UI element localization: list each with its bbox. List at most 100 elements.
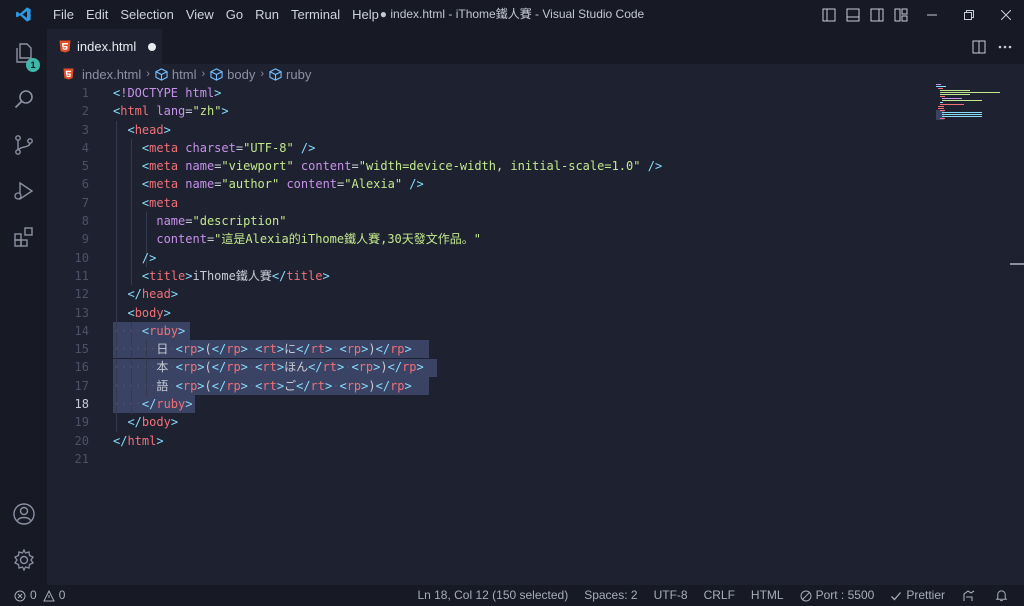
- toggle-secondary-sidebar-icon[interactable]: [865, 0, 889, 29]
- breadcrumb-label: index.html: [82, 66, 142, 82]
- live-server-port[interactable]: Port : 5500: [792, 585, 883, 606]
- menu-file[interactable]: File: [47, 0, 80, 29]
- toggle-panel-icon[interactable]: [841, 0, 865, 29]
- prettier-status[interactable]: Prettier: [882, 585, 953, 606]
- warning-icon: [42, 589, 55, 601]
- activity-bar: 1: [0, 29, 47, 585]
- code-line[interactable]: ······語·<rp>(</rp>·<rt>ご</rt>·<rp>)</rp>: [113, 377, 662, 395]
- menu-bar: File Edit Selection View Go Run Terminal Help: [47, 0, 385, 29]
- extensions-icon[interactable]: [0, 215, 47, 259]
- menu-go[interactable]: Go: [220, 0, 249, 29]
- code-line[interactable]: <html lang="zh">: [113, 102, 662, 120]
- block-icon: [800, 590, 812, 601]
- code-line[interactable]: [113, 450, 662, 468]
- line-number: 14: [74, 323, 89, 338]
- code-line[interactable]: <title>iThome鐵人賽</title>: [113, 267, 662, 285]
- line-number: 4: [81, 140, 89, 155]
- unsaved-dot-icon[interactable]: [148, 42, 157, 51]
- line-number: 21: [74, 451, 89, 466]
- minimap[interactable]: [936, 84, 1016, 124]
- line-number: 17: [74, 378, 89, 393]
- breadcrumb-label: html: [171, 66, 197, 82]
- restore-button[interactable]: [950, 0, 987, 29]
- toggle-primary-sidebar-icon[interactable]: [817, 0, 841, 29]
- tab-label: index.html: [77, 39, 137, 54]
- line-number: 9: [81, 232, 89, 247]
- code-line[interactable]: </html>: [113, 432, 662, 450]
- prettier-label: Prettier: [906, 588, 945, 602]
- scrollbar-cursor-marker: [1010, 263, 1024, 265]
- warning-count: 0: [58, 588, 66, 602]
- breadcrumb-ruby[interactable]: ruby: [269, 67, 311, 82]
- code-line[interactable]: <!DOCTYPE html>: [113, 84, 662, 102]
- line-number-gutter: 1 2 3 4 5 6 7 8 9 10 11 12 13 14 15 16 17 18 19 20 21: [47, 84, 89, 468]
- language-mode[interactable]: HTML: [743, 585, 792, 606]
- check-icon: [891, 591, 902, 600]
- manage-gear-icon[interactable]: [0, 538, 47, 582]
- error-icon: [14, 590, 26, 601]
- code-line[interactable]: ····</ruby>: [113, 395, 662, 413]
- breadcrumb-file[interactable]: index.html: [63, 67, 141, 82]
- tab-index-html[interactable]: index.html: [47, 29, 162, 64]
- line-number: 19: [74, 415, 89, 430]
- breadcrumb-body[interactable]: body: [210, 67, 255, 82]
- code-line[interactable]: <meta name="author" content="Alexia" />: [113, 175, 662, 193]
- symbol-field-icon: [155, 67, 168, 81]
- menu-view[interactable]: View: [180, 0, 220, 29]
- code-line[interactable]: ······日·<rp>(</rp>·<rt>に</rt>·<rp>)</rp>: [113, 340, 662, 358]
- menu-help[interactable]: Help: [346, 0, 385, 29]
- code-line[interactable]: ····<ruby>: [113, 322, 662, 340]
- code-line[interactable]: </head>: [113, 285, 662, 303]
- indentation[interactable]: Spaces: 2: [576, 585, 645, 606]
- run-and-debug-icon[interactable]: [0, 169, 47, 213]
- html5-file-icon: [59, 40, 71, 53]
- split-editor-icon[interactable]: [966, 29, 992, 64]
- close-window-button[interactable]: [987, 0, 1024, 29]
- code-line[interactable]: name="description": [113, 212, 662, 230]
- code-line[interactable]: <body>: [113, 304, 662, 322]
- notifications-bell-icon[interactable]: [987, 585, 1024, 606]
- explorer-icon[interactable]: 1: [0, 31, 47, 75]
- explorer-badge: 1: [26, 58, 40, 72]
- code-line[interactable]: content="這是Alexia的iThome鐵人賽,30天發文作品。": [113, 230, 662, 248]
- line-number: 6: [81, 177, 89, 192]
- menu-terminal[interactable]: Terminal: [285, 0, 346, 29]
- feedback-icon[interactable]: [953, 585, 987, 606]
- symbol-field-icon: [210, 67, 223, 81]
- code-line[interactable]: <meta: [113, 194, 662, 212]
- line-number: 7: [81, 195, 89, 210]
- customize-layout-icon[interactable]: [889, 0, 913, 29]
- code-editor[interactable]: 1 2 3 4 5 6 7 8 9 10 11 12 13 14 15 16 17 18 19 20 21 <!DOCT…: [47, 84, 1024, 585]
- more-actions-icon[interactable]: [992, 29, 1018, 64]
- search-icon[interactable]: [0, 77, 47, 121]
- line-number: 11: [74, 268, 89, 283]
- status-bar: 0 0 Ln 18, Col 12 (150 selected) Spaces:…: [0, 585, 1024, 606]
- title-bar: File Edit Selection View Go Run Terminal Help ●…: [0, 0, 1024, 29]
- source-control-icon[interactable]: [0, 123, 47, 167]
- menu-run[interactable]: Run: [249, 0, 285, 29]
- menu-selection[interactable]: Selection: [114, 0, 179, 29]
- problems-indicator[interactable]: 0 0: [14, 585, 73, 606]
- code-line[interactable]: ······本·<rp>(</rp>·<rt>ほん</rt>·<rp>)</rp…: [113, 358, 662, 376]
- code-line[interactable]: <meta name="viewport" content="width=dev…: [113, 157, 662, 175]
- code-content[interactable]: <!DOCTYPE html> <html lang="zh"> <head> <…: [113, 84, 662, 468]
- html5-file-icon: [63, 68, 74, 80]
- code-line[interactable]: <head>: [113, 121, 662, 139]
- cursor-position[interactable]: Ln 18, Col 12 (150 selected): [409, 585, 576, 606]
- code-line[interactable]: </body>: [113, 413, 662, 431]
- symbol-field-icon: [269, 67, 282, 81]
- code-line[interactable]: <meta charset="UTF-8" />: [113, 139, 662, 157]
- minimize-button[interactable]: [913, 0, 950, 29]
- accounts-icon[interactable]: [0, 492, 47, 536]
- end-of-line[interactable]: CRLF: [696, 585, 743, 606]
- breadcrumb-label: body: [227, 66, 256, 82]
- port-label: Port : 5500: [815, 588, 875, 602]
- encoding[interactable]: UTF-8: [646, 585, 696, 606]
- menu-edit[interactable]: Edit: [80, 0, 114, 29]
- line-number: 1: [81, 86, 89, 100]
- breadcrumb-html[interactable]: html: [155, 66, 197, 82]
- line-number: 20: [74, 433, 89, 448]
- code-line[interactable]: />: [113, 249, 662, 267]
- chevron-right-icon: ›: [201, 68, 206, 80]
- line-number: 12: [74, 287, 89, 302]
